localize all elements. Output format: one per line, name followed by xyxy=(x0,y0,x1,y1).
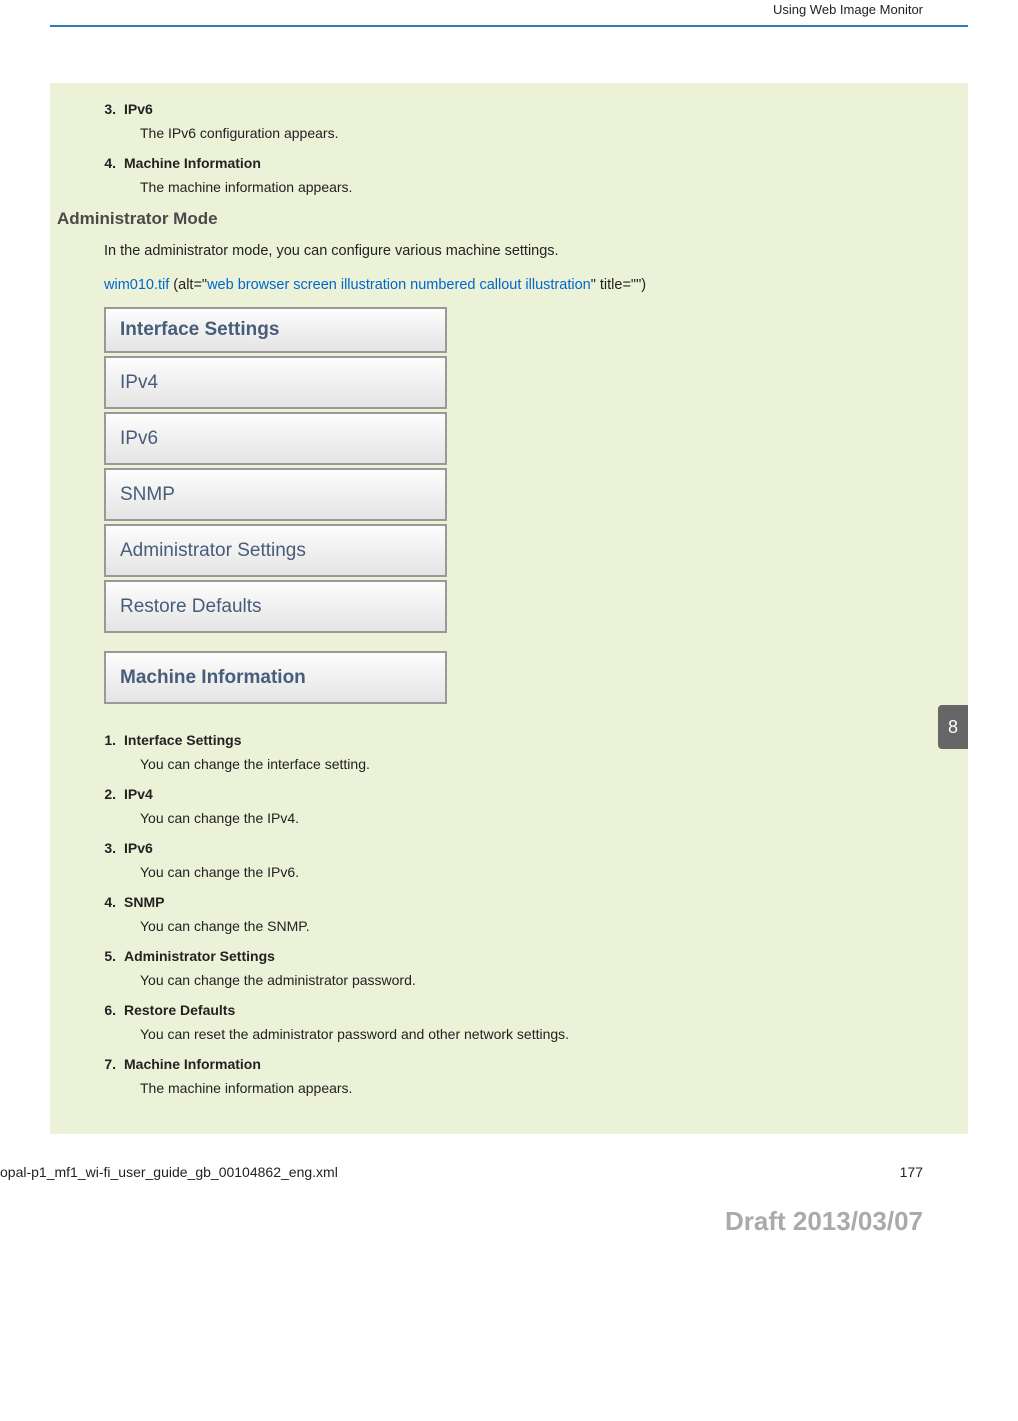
list-number: 5. xyxy=(90,948,124,964)
ui-menu-item-label: IPv6 xyxy=(120,428,158,450)
list-title: IPv6 xyxy=(124,101,153,117)
ui-menu-item-label: IPv4 xyxy=(120,372,158,394)
list-desc: You can reset the administrator password… xyxy=(140,1026,928,1042)
ui-menu-item: IPv6 xyxy=(104,412,447,465)
ui-menu-section: Machine Information xyxy=(104,651,447,704)
list-number: 6. xyxy=(90,1002,124,1018)
list-number: 3. xyxy=(90,840,124,856)
list-number: 2. xyxy=(90,786,124,802)
list-number: 4. xyxy=(90,894,124,910)
list-desc: You can change the administrator passwor… xyxy=(140,972,928,988)
list-desc: You can change the interface setting. xyxy=(140,756,928,772)
list-title: SNMP xyxy=(124,894,164,910)
list-desc: You can change the IPv6. xyxy=(140,864,928,880)
list-number: 4. xyxy=(90,155,124,171)
draft-watermark: Draft 2013/03/07 xyxy=(50,1206,968,1255)
image-filename: wim010.tif xyxy=(104,277,169,293)
list-title: Administrator Settings xyxy=(124,948,275,964)
list-desc: The machine information appears. xyxy=(140,179,928,195)
list-desc: The IPv6 configuration appears. xyxy=(140,125,928,141)
ui-menu-item: IPv4 xyxy=(104,356,447,409)
list-title: Restore Defaults xyxy=(124,1002,235,1018)
footer-filename: opal-p1_mf1_wi-fi_user_guide_gb_00104862… xyxy=(0,1164,338,1180)
ui-menu-item-label: SNMP xyxy=(120,484,175,506)
list-title: Machine Information xyxy=(124,155,261,171)
list-title: Machine Information xyxy=(124,1056,261,1072)
ui-menu-header-label: Interface Settings xyxy=(120,319,279,341)
list-number: 7. xyxy=(90,1056,124,1072)
ui-menu-item: Restore Defaults xyxy=(104,580,447,633)
image-ref-suffix: " title="") xyxy=(591,277,646,293)
page-footer: opal-p1_mf1_wi-fi_user_guide_gb_00104862… xyxy=(50,1164,968,1180)
top-ordered-list: 3. IPv6 The IPv6 configuration appears. … xyxy=(90,101,928,195)
image-reference: wim010.tif (alt="web browser screen illu… xyxy=(104,277,928,293)
content-block: 3. IPv6 The IPv6 configuration appears. … xyxy=(50,83,968,1134)
list-desc: The machine information appears. xyxy=(140,1080,928,1096)
chapter-tab: 8 xyxy=(938,705,968,749)
section-heading: Administrator Mode xyxy=(57,209,928,229)
ui-menu-item: SNMP xyxy=(104,468,447,521)
admin-ordered-list: 1.Interface Settings You can change the … xyxy=(90,732,928,1096)
section-intro: In the administrator mode, you can confi… xyxy=(104,243,928,259)
image-alt-text: web browser screen illustration numbered… xyxy=(207,277,591,293)
list-title: Interface Settings xyxy=(124,732,241,748)
list-number: 1. xyxy=(90,732,124,748)
ui-menu-item-label: Restore Defaults xyxy=(120,596,262,618)
list-number: 3. xyxy=(90,101,124,117)
ui-menu-item-label: Administrator Settings xyxy=(120,540,306,562)
ui-menu-header: Interface Settings xyxy=(104,307,447,353)
ui-menu-item: Administrator Settings xyxy=(104,524,447,577)
list-title: IPv4 xyxy=(124,786,153,802)
ui-screenshot-illustration: Interface Settings IPv4 IPv6 SNMP Admini… xyxy=(104,307,447,704)
footer-page-number: 177 xyxy=(900,1164,923,1180)
list-desc: You can change the IPv4. xyxy=(140,810,928,826)
image-ref-prefix: (alt=" xyxy=(169,277,207,293)
list-desc: You can change the SNMP. xyxy=(140,918,928,934)
ui-menu-section-label: Machine Information xyxy=(120,667,306,689)
list-title: IPv6 xyxy=(124,840,153,856)
running-header: Using Web Image Monitor xyxy=(50,0,968,27)
